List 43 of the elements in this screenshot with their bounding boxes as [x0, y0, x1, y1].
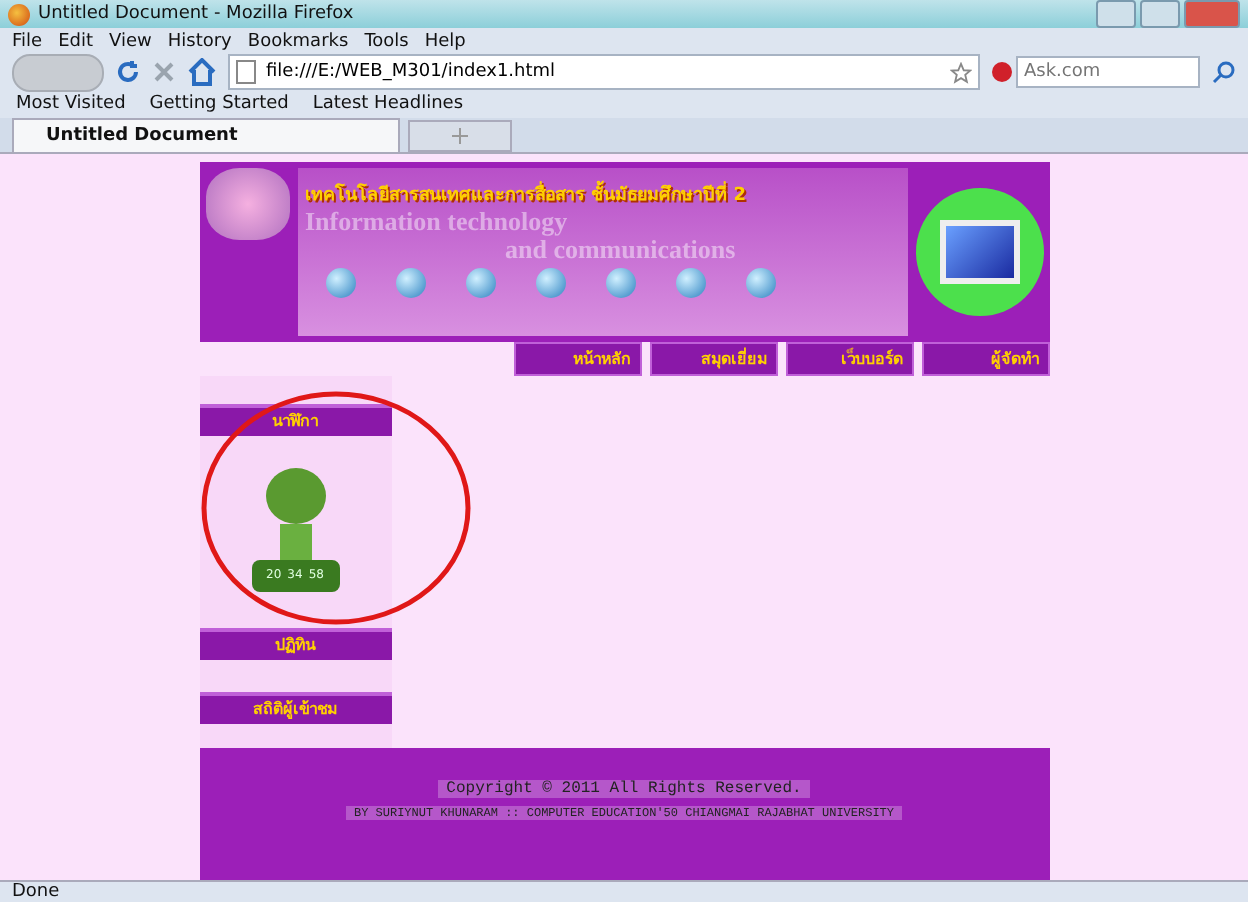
site-title: เทคโนโลยีสารสนเทศและการสื่อสาร ชั้นมัธยมศึกษาปีที่ 2 — [305, 179, 899, 208]
copyright-text: Copyright © 2011 All Rights Reserved. — [438, 779, 810, 798]
back-forward-button[interactable] — [12, 53, 104, 92]
reload-icon[interactable] — [116, 60, 140, 85]
nav-button[interactable]: หน้าหลัก — [513, 341, 641, 376]
search-icon[interactable] — [1212, 60, 1236, 85]
menu-item[interactable]: Bookmarks — [247, 31, 349, 52]
mascot-body — [279, 523, 311, 560]
minimize-button[interactable] — [1096, 0, 1136, 29]
stop-icon[interactable] — [152, 60, 176, 85]
home-icon[interactable] — [188, 58, 216, 87]
menu-item[interactable]: View — [109, 31, 152, 52]
page-icon — [236, 60, 256, 85]
new-tab-button[interactable] — [408, 119, 512, 152]
nav-button[interactable]: ผู้จัดทำ — [921, 341, 1049, 376]
bookmark-link[interactable]: Most Visited — [16, 94, 126, 115]
sidebar-heading: นาฬิกา — [199, 403, 391, 436]
search-engine-icon[interactable] — [992, 62, 1012, 83]
browser-logo-icon — [8, 3, 30, 26]
address-bar[interactable]: file:///E:/WEB_M301/index1.html — [228, 54, 980, 91]
close-button[interactable] — [1184, 0, 1240, 29]
plus-icon — [452, 127, 468, 144]
mascot-head — [265, 467, 325, 524]
window-title: Untitled Document - Mozilla Firefox — [38, 4, 354, 25]
bookmark-link[interactable]: Getting Started — [149, 94, 289, 115]
banner-watermark-text: and communications — [505, 235, 738, 264]
nav-button[interactable]: สมุดเยี่ยม — [649, 341, 777, 376]
status-text: Done — [0, 879, 1248, 902]
sidebar-heading: ปฏิทิน — [199, 627, 391, 660]
menu-item[interactable]: Help — [424, 31, 466, 52]
menu-item[interactable]: Edit — [58, 31, 93, 52]
banner-watermark-text: Information technology — [305, 207, 570, 236]
star-icon[interactable] — [950, 61, 972, 84]
browser-tab[interactable]: Untitled Document — [12, 117, 400, 152]
url-field[interactable]: file:///E:/WEB_M301/index1.html — [262, 60, 944, 85]
search-field[interactable]: Ask.com — [1016, 56, 1200, 89]
sidebar-heading: สถิติผู้เข้าชม — [199, 691, 391, 724]
menu-item[interactable]: History — [167, 31, 232, 52]
maximize-button[interactable] — [1140, 0, 1180, 29]
nav-button[interactable]: เว็บบอร์ด — [785, 341, 913, 376]
menu-item[interactable]: File — [12, 31, 43, 52]
menu-item[interactable]: Tools — [364, 31, 409, 52]
bookmark-link[interactable]: Latest Headlines — [312, 94, 464, 115]
